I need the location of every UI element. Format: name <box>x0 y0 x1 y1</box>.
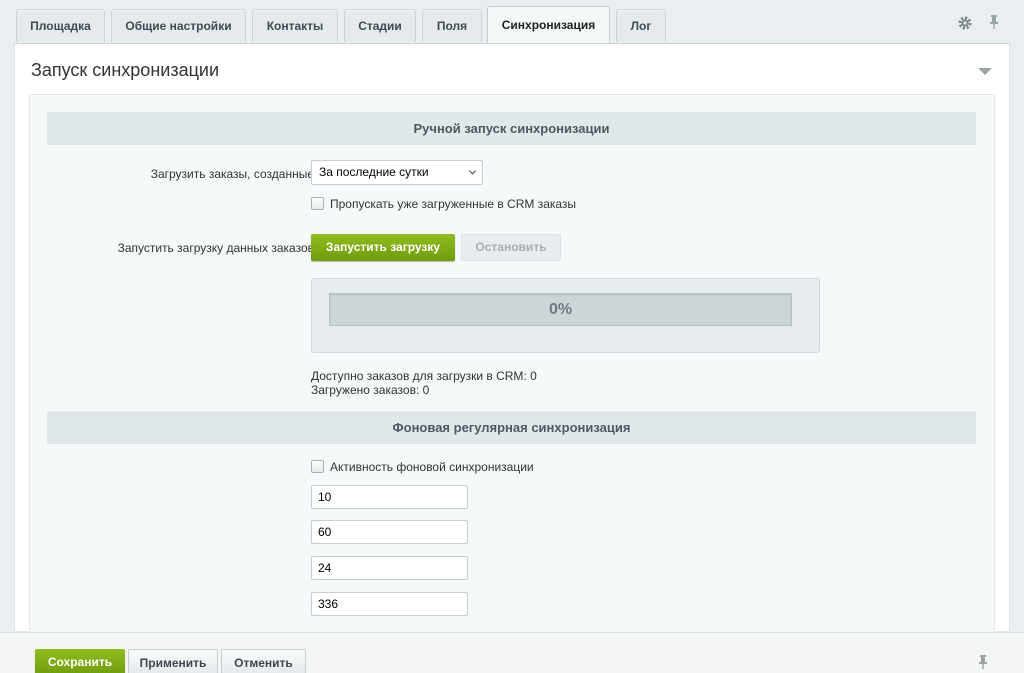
background-active-label: Активность фоновой синхронизации <box>330 460 534 474</box>
sync-interval-input[interactable] <box>311 485 468 509</box>
start-load-label: Запустить загрузку данных заказов <box>117 241 314 255</box>
progress-text: 0% <box>548 301 573 318</box>
chevron-down-icon <box>469 170 476 175</box>
sync-panel: Запуск синхронизации Ручной запуск синхр… <box>14 44 1010 634</box>
tab-stages[interactable]: Стадии <box>344 9 416 42</box>
loaded-orders-text: Загружено заказов: 0 <box>311 383 430 397</box>
gear-icon[interactable] <box>958 16 972 30</box>
background-sync-header: Фоновая регулярная синхронизация <box>47 411 976 444</box>
cancel-button[interactable]: Отменить <box>221 649 306 673</box>
stop-button[interactable]: Остановить <box>461 234 561 261</box>
background-active-row[interactable]: Активность фоновой синхронизации <box>311 460 534 474</box>
chevron-down-icon[interactable] <box>977 66 993 76</box>
orders-period-select[interactable]: За последние сутки <box>311 160 483 185</box>
tab-general-settings[interactable]: Общие настройки <box>111 9 246 42</box>
available-orders-text: Доступно заказов для загрузки в CRM: 0 <box>311 369 537 383</box>
tab-contacts[interactable]: Контакты <box>252 9 338 42</box>
manual-sync-header: Ручной запуск синхронизации <box>47 112 976 145</box>
pin-icon[interactable] <box>988 14 1000 30</box>
tabs-bar: Площадка Общие настройки Контакты Стадии… <box>0 0 1024 44</box>
apply-button[interactable]: Применить <box>128 649 218 673</box>
panel-title: Запуск синхронизации <box>31 60 219 80</box>
tab-ploshchadka[interactable]: Площадка <box>16 9 105 42</box>
sync-period-input[interactable] <box>311 520 468 544</box>
pin-icon[interactable] <box>977 654 989 670</box>
form-footer: Сохранить Применить Отменить <box>0 632 1024 673</box>
tab-log[interactable]: Лог <box>616 9 666 42</box>
progress-bar: 0% <box>329 293 792 326</box>
skip-loaded-checkbox[interactable] <box>311 197 324 210</box>
orders-created-label: Загрузить заказы, созданные <box>150 167 314 181</box>
tab-fields[interactable]: Поля <box>422 9 482 42</box>
sync-hours-input[interactable] <box>311 556 468 580</box>
start-load-button[interactable]: Запустить загрузку <box>311 234 455 261</box>
save-button[interactable]: Сохранить <box>35 649 125 673</box>
skip-loaded-row[interactable]: Пропускать уже загруженные в CRM заказы <box>311 197 576 211</box>
skip-loaded-label: Пропускать уже загруженные в CRM заказы <box>330 197 577 211</box>
tab-sync[interactable]: Синхронизация <box>487 6 610 44</box>
orders-period-value: За последние сутки <box>319 165 429 179</box>
panel-content: Ручной запуск синхронизации Загрузить за… <box>29 94 995 634</box>
background-active-checkbox[interactable] <box>311 460 324 473</box>
progress-container: 0% <box>311 278 820 353</box>
sync-depth-input[interactable] <box>311 592 468 616</box>
